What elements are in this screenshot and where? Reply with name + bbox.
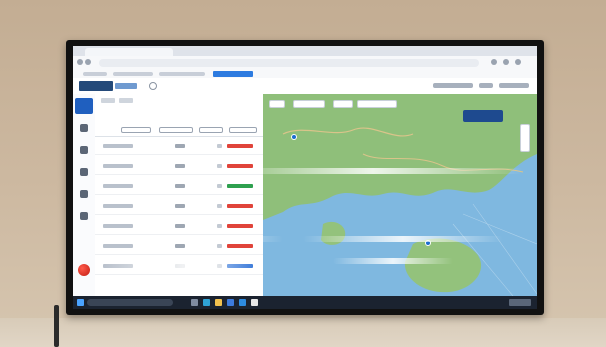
table-row[interactable] bbox=[95, 138, 263, 155]
table-cell bbox=[103, 144, 133, 148]
map-marker[interactable] bbox=[291, 134, 297, 140]
table-cell bbox=[217, 204, 222, 208]
user-icon[interactable] bbox=[80, 212, 88, 220]
table-row[interactable] bbox=[95, 178, 263, 195]
header-info bbox=[433, 83, 473, 88]
panel-tab[interactable] bbox=[101, 98, 115, 103]
floor bbox=[0, 318, 606, 347]
light-reflection bbox=[333, 258, 453, 264]
map-canvas[interactable] bbox=[263, 94, 537, 296]
light-reflection bbox=[103, 264, 263, 270]
column-filter[interactable] bbox=[199, 127, 223, 133]
logo-subtext bbox=[115, 83, 137, 89]
system-clock bbox=[509, 299, 531, 306]
table-cell bbox=[217, 144, 222, 148]
table-cell bbox=[217, 164, 222, 168]
light-reflection bbox=[83, 236, 283, 242]
bookmark-item[interactable] bbox=[159, 72, 205, 76]
table-cell bbox=[175, 184, 185, 188]
table-cell bbox=[217, 224, 222, 228]
header-action-icon[interactable] bbox=[149, 82, 157, 90]
map-tool[interactable] bbox=[357, 100, 397, 108]
settings-icon[interactable] bbox=[80, 190, 88, 198]
chart-icon[interactable] bbox=[80, 168, 88, 176]
menu-icon[interactable] bbox=[515, 59, 521, 65]
browser-tab-bar bbox=[73, 46, 537, 56]
status-badge bbox=[227, 224, 253, 228]
status-badge bbox=[227, 204, 253, 208]
zoom-control[interactable] bbox=[520, 124, 530, 152]
store-icon[interactable] bbox=[227, 299, 234, 306]
explorer-icon[interactable] bbox=[215, 299, 222, 306]
mail-icon[interactable] bbox=[239, 299, 246, 306]
windows-taskbar bbox=[73, 296, 537, 309]
table-cell bbox=[103, 204, 133, 208]
start-icon[interactable] bbox=[77, 299, 84, 306]
address-bar-row bbox=[73, 56, 537, 71]
map-tool[interactable] bbox=[333, 100, 353, 108]
logo-mark bbox=[79, 81, 113, 91]
table-cell bbox=[175, 164, 185, 168]
table-header bbox=[95, 124, 263, 137]
star-icon[interactable] bbox=[491, 59, 497, 65]
table-cell bbox=[175, 144, 185, 148]
profile-icon[interactable] bbox=[503, 59, 509, 65]
map-view[interactable] bbox=[263, 94, 537, 296]
column-filter[interactable] bbox=[159, 127, 193, 133]
bookmark-highlighted[interactable] bbox=[213, 71, 253, 77]
bookmark-item[interactable] bbox=[83, 72, 107, 76]
table-cell bbox=[103, 244, 133, 248]
header-status bbox=[499, 83, 529, 88]
taskview-icon[interactable] bbox=[191, 299, 198, 306]
table-cell bbox=[175, 244, 185, 248]
light-reflection bbox=[303, 236, 503, 242]
map-tool[interactable] bbox=[293, 100, 325, 108]
chrome-icon[interactable] bbox=[251, 299, 258, 306]
map-toolbar bbox=[269, 100, 419, 108]
search-icon[interactable] bbox=[87, 299, 173, 306]
map-action-button[interactable] bbox=[463, 110, 503, 122]
table-row[interactable] bbox=[95, 198, 263, 215]
power-cable bbox=[54, 305, 59, 347]
column-filter[interactable] bbox=[229, 127, 257, 133]
bookmark-item[interactable] bbox=[113, 72, 153, 76]
table-cell bbox=[175, 204, 185, 208]
monitor-screen bbox=[73, 46, 537, 309]
table-cell bbox=[175, 224, 185, 228]
light-reflection bbox=[223, 168, 523, 174]
table-cell bbox=[103, 184, 133, 188]
browser-tab[interactable] bbox=[85, 48, 173, 56]
back-icon[interactable] bbox=[77, 59, 83, 65]
app-header bbox=[73, 78, 537, 95]
table-cell bbox=[103, 224, 133, 228]
truck-icon[interactable] bbox=[80, 124, 88, 132]
forward-icon[interactable] bbox=[85, 59, 91, 65]
app-logo[interactable] bbox=[79, 81, 137, 91]
map-tool[interactable] bbox=[269, 100, 285, 108]
table-row[interactable] bbox=[95, 218, 263, 235]
status-badge bbox=[227, 244, 253, 248]
panel-tab[interactable] bbox=[119, 98, 133, 103]
status-badge bbox=[227, 144, 253, 148]
alert-badge-icon[interactable] bbox=[78, 264, 90, 276]
side-navigation bbox=[73, 94, 96, 296]
edge-icon[interactable] bbox=[203, 299, 210, 306]
home-icon[interactable] bbox=[75, 98, 93, 114]
header-user[interactable] bbox=[479, 83, 493, 88]
table-cell bbox=[217, 244, 222, 248]
url-field[interactable] bbox=[99, 59, 479, 67]
status-badge bbox=[227, 184, 253, 188]
doc-icon[interactable] bbox=[80, 146, 88, 154]
table-cell bbox=[217, 184, 222, 188]
column-filter[interactable] bbox=[121, 127, 151, 133]
bookmarks-bar bbox=[73, 70, 537, 78]
table-cell bbox=[103, 164, 133, 168]
